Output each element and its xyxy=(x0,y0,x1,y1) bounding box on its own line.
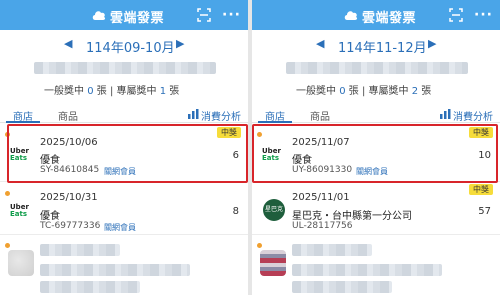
invoice-number: TC-69777336 xyxy=(40,221,101,231)
merchant-name: 優食 xyxy=(40,211,60,222)
period-label: 114年09-10月 xyxy=(86,41,175,56)
right-screen: 雲端發票 ··· ◀ 114年11-12月 ▶ 一般獎中 0 張 | 專屬獎中 … xyxy=(252,0,500,295)
analysis-link[interactable]: 消費分析 xyxy=(453,108,493,123)
next-period-icon[interactable]: ▶ xyxy=(428,37,436,50)
period-label: 114年11-12月 xyxy=(338,41,427,56)
app-title: 雲端發票 xyxy=(362,11,417,26)
cloud-icon xyxy=(92,11,106,20)
next-period-icon[interactable]: ▶ xyxy=(176,37,184,50)
invoice-date: 2025/11/01 xyxy=(292,192,350,203)
tab-product[interactable]: 商品 xyxy=(310,108,330,123)
winning-badge: 中獎 xyxy=(469,184,493,195)
masked-text xyxy=(40,244,120,256)
scan-icon[interactable] xyxy=(449,8,463,22)
tab-bar: 商店 商品 消費分析 xyxy=(0,105,248,123)
tab-underline xyxy=(258,121,292,123)
member-tag: 關網會員 xyxy=(104,223,136,232)
app-header: 雲端發票 ··· xyxy=(252,0,500,30)
invoice-card[interactable] xyxy=(0,236,248,295)
chart-icon[interactable] xyxy=(440,109,451,119)
cloud-icon xyxy=(344,11,358,20)
invoice-card[interactable]: Uber Eats 2025/10/31 優食 TC-69777336 關網會員 … xyxy=(0,183,248,235)
item-count: 8 xyxy=(232,206,239,217)
status-dot xyxy=(5,191,10,196)
prev-period-icon[interactable]: ◀ xyxy=(64,37,72,50)
invoice-date: 2025/10/31 xyxy=(40,192,98,203)
invoice-card[interactable] xyxy=(252,236,500,295)
more-icon[interactable]: ··· xyxy=(222,7,241,23)
invoice-card[interactable]: 中獎 星巴克 2025/11/01 星巴克・台中縣第一分公司 UL-281177… xyxy=(252,183,500,235)
prize-stats: 一般獎中 0 張 | 專屬獎中 1 張 xyxy=(44,86,180,97)
masked-text xyxy=(40,281,140,293)
masked-text xyxy=(292,281,392,293)
tab-underline xyxy=(6,121,40,123)
masked-barcode xyxy=(286,62,468,74)
masked-logo xyxy=(260,250,286,276)
tab-product[interactable]: 商品 xyxy=(58,108,78,123)
uber-eats-logo: Uber Eats xyxy=(10,203,29,218)
status-dot xyxy=(5,243,10,248)
more-icon[interactable]: ··· xyxy=(474,7,493,23)
analysis-link[interactable]: 消費分析 xyxy=(201,108,241,123)
scan-icon[interactable] xyxy=(197,8,211,22)
highlight-box xyxy=(252,124,498,183)
item-count: 57 xyxy=(478,206,491,217)
status-dot xyxy=(257,243,262,248)
app-title: 雲端發票 xyxy=(110,11,165,26)
chart-icon[interactable] xyxy=(188,109,199,119)
left-screen: 雲端發票 ··· ◀ 114年09-10月 ▶ 一般獎中 0 張 | 專屬獎中 … xyxy=(0,0,248,295)
merchant-name: 星巴克・台中縣第一分公司 xyxy=(292,211,412,222)
prize-stats: 一般獎中 0 張 | 專屬獎中 2 張 xyxy=(296,86,432,97)
invoice-number: UL-28117756 xyxy=(292,221,353,231)
masked-logo xyxy=(8,250,34,276)
starbucks-logo: 星巴克 xyxy=(263,199,285,221)
masked-text xyxy=(292,244,372,256)
app-header: 雲端發票 ··· xyxy=(0,0,248,30)
masked-text xyxy=(40,264,190,276)
tab-bar: 商店 商品 消費分析 xyxy=(252,105,500,123)
highlight-box xyxy=(7,124,248,183)
masked-text xyxy=(292,264,442,276)
prev-period-icon[interactable]: ◀ xyxy=(316,37,324,50)
masked-barcode xyxy=(34,62,216,74)
